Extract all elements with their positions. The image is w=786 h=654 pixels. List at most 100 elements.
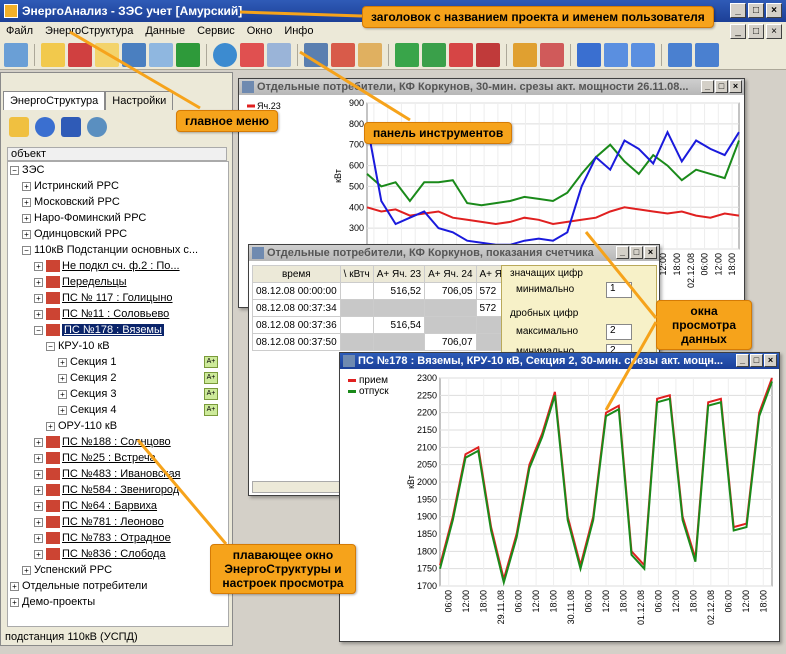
cursor-chart-icon[interactable] — [476, 42, 500, 67]
tree-item[interactable]: + Секция 3 — [58, 386, 116, 402]
close-button[interactable]: × — [766, 3, 782, 18]
tree-item[interactable]: + ПС № 117 : Голицыно — [34, 290, 173, 306]
play-icon[interactable] — [61, 117, 81, 137]
tree-item[interactable]: + Секция 1 — [58, 354, 116, 370]
column-header[interactable]: А+ Яч. 24 — [424, 265, 477, 283]
structure-icon[interactable] — [68, 42, 92, 67]
maximize-button[interactable]: □ — [750, 354, 763, 367]
compare-icon[interactable] — [540, 42, 564, 67]
chart-window-2-title[interactable]: ПС №178 : Вяземы, КРУ-10 кВ, Секция 2, 3… — [340, 353, 779, 369]
filter-icon[interactable] — [9, 117, 29, 137]
step-chart-icon[interactable] — [449, 42, 473, 67]
chart-window-2: ПС №178 : Вяземы, КРУ-10 кВ, Секция 2, 3… — [339, 352, 780, 642]
tree-item[interactable]: + Одинцовский РРС — [22, 226, 127, 242]
tile-horizontal-icon[interactable] — [668, 42, 692, 67]
save-icon[interactable] — [122, 42, 146, 67]
report-icon[interactable] — [358, 42, 382, 67]
close-button[interactable]: × — [764, 354, 777, 367]
mdi-minimize-button[interactable]: _ — [730, 24, 746, 39]
connect-icon[interactable] — [4, 42, 28, 67]
table-row[interactable]: 08.12.08 00:37:34 572 — [252, 299, 515, 317]
tree-item[interactable]: + ПС №584 : Звенигород — [34, 482, 179, 498]
close-button[interactable]: × — [729, 80, 742, 93]
tree-item[interactable]: + ПС №783 : Отрадное — [34, 530, 171, 546]
tree-item[interactable]: + Успенский РРС — [22, 562, 112, 578]
x-tick-label: 12:00 — [671, 590, 681, 613]
table-icon[interactable] — [267, 42, 291, 67]
min-digits-stepper[interactable]: 1 — [606, 282, 632, 298]
y-tick-label: 1900 — [417, 512, 437, 522]
tree-item-selected[interactable]: − ПС №178 : Вяземы — [34, 322, 164, 338]
tab-energy-structure[interactable]: ЭнергоСтруктура — [3, 91, 106, 110]
cascade-icon[interactable] — [577, 42, 601, 67]
bar-chart-icon[interactable] — [395, 42, 419, 67]
stats-icon[interactable] — [513, 42, 537, 67]
menu-energy-structure[interactable]: ЭнергоСтруктура — [39, 25, 139, 37]
column-header[interactable]: А+ Яч. 23 — [372, 265, 426, 283]
max-digits-stepper[interactable]: 2 — [606, 324, 632, 340]
mdi-restore-button[interactable]: □ — [748, 24, 764, 39]
callout-toolbar: панель инструментов — [364, 122, 513, 144]
tree-item[interactable]: −110кВ Подстанции основных с... — [22, 242, 198, 258]
menu-info[interactable]: Инфо — [278, 25, 319, 37]
tree-item[interactable]: + Московский РРС — [22, 194, 120, 210]
tree-item[interactable]: + ПС №25 : Встреча — [34, 450, 156, 466]
open-folder-icon[interactable] — [95, 42, 119, 67]
info-icon[interactable] — [35, 117, 55, 137]
tree-item[interactable]: + ПС №188 : Солнцово — [34, 434, 171, 450]
menu-service[interactable]: Сервис — [191, 25, 241, 37]
search-icon[interactable] — [87, 117, 107, 137]
tree-item[interactable]: + ПС №11 : Соловьево — [34, 306, 169, 322]
tree-item[interactable]: + Не подкл сч. ф.2 : По... — [34, 258, 180, 274]
minimize-button[interactable]: _ — [616, 246, 629, 259]
minimize-button[interactable]: _ — [701, 80, 714, 93]
tree-item[interactable]: + Передельцы — [34, 274, 127, 290]
y-tick-label: 300 — [349, 223, 364, 233]
tile-vertical-icon[interactable] — [604, 42, 628, 67]
table-row[interactable]: 08.12.08 00:37:36 516,54 — [252, 316, 515, 334]
tile-columns-icon[interactable] — [631, 42, 655, 67]
maximize-button[interactable]: □ — [715, 80, 728, 93]
tree-item[interactable]: + ПС №781 : Леоново — [34, 514, 164, 530]
refresh-icon[interactable] — [213, 42, 237, 67]
table-window-title[interactable]: Отдельные потребители, КФ Коркунов, пока… — [249, 245, 659, 261]
close-button[interactable]: × — [644, 246, 657, 259]
tree-item[interactable]: + Наро-Фоминский РРС — [22, 210, 146, 226]
tree-item[interactable]: + Демо-проекты — [10, 594, 95, 610]
excel-icon[interactable] — [176, 42, 200, 67]
menu-file[interactable]: Файл — [0, 25, 39, 37]
tree-item[interactable]: + Секция 2 — [58, 370, 116, 386]
tree-item[interactable]: − КРУ-10 кВ — [46, 338, 110, 354]
column-header[interactable]: \ кВтч — [339, 265, 374, 283]
table-row[interactable]: 08.12.08 00:00:00 516,52 706,05 572 — [252, 282, 515, 300]
tree-item[interactable]: + Секция 4 — [58, 402, 116, 418]
bar-chart2-icon[interactable] — [422, 42, 446, 67]
grid-icon[interactable] — [304, 42, 328, 67]
tree-item[interactable]: + ПС №836 : Слобода — [34, 546, 166, 562]
maximize-button[interactable]: □ — [630, 246, 643, 259]
tree-item[interactable]: + ОРУ-110 кВ — [46, 418, 117, 434]
layout-icon[interactable] — [695, 42, 719, 67]
print-icon[interactable] — [149, 42, 173, 67]
menu-window[interactable]: Окно — [241, 25, 279, 37]
minimize-button[interactable]: _ — [736, 354, 749, 367]
calendar-icon[interactable] — [331, 42, 355, 67]
menu-data[interactable]: Данные — [139, 25, 191, 37]
tree-item[interactable]: + ПС №64 : Барвиха — [34, 498, 157, 514]
tree-item[interactable]: + Отдельные потребители — [10, 578, 147, 594]
tree-item[interactable]: + Истринский РРС — [22, 178, 119, 194]
minimize-button[interactable]: _ — [730, 3, 746, 18]
horizontal-scrollbar[interactable] — [252, 481, 342, 493]
column-header[interactable]: время — [252, 265, 341, 283]
maximize-button[interactable]: □ — [748, 3, 764, 18]
tree-item[interactable]: − ЗЭС — [10, 162, 45, 178]
mdi-close-button[interactable]: × — [766, 24, 782, 39]
chart-2: 1700 1750 1800 1850 1900 1950 2000 2050 2100 2150… — [406, 373, 773, 625]
chart-window-1-title[interactable]: Отдельные потребители, КФ Коркунов, 30-м… — [239, 79, 744, 95]
data-table: время \ кВтч А+ Яч. 23 А+ Яч. 24 А+ Яч. … — [252, 265, 515, 351]
chart-icon[interactable] — [240, 42, 264, 67]
tree-item[interactable]: + ПС №483 : Ивановская — [34, 466, 181, 482]
tree-icon[interactable] — [41, 42, 65, 67]
table-row[interactable]: 08.12.08 00:37:50 706,07 — [252, 333, 515, 351]
tab-settings[interactable]: Настройки — [105, 91, 174, 110]
